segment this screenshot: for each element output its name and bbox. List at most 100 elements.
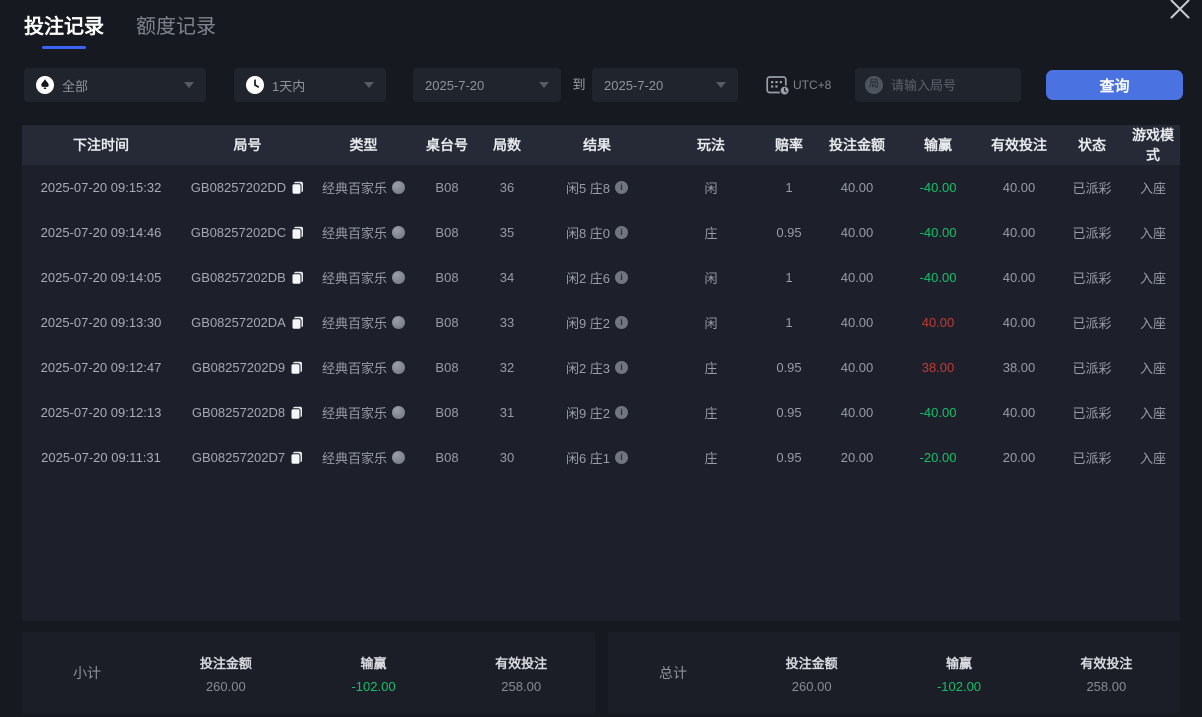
column-header-5: 结果: [583, 137, 611, 153]
replay-icon[interactable]: [392, 451, 405, 464]
to-label: 到: [572, 77, 586, 92]
column-header-7: 赔率: [775, 137, 803, 153]
copy-icon[interactable]: [291, 181, 304, 195]
bet-amount-value: 260.00: [791, 678, 832, 694]
game-type-cell: 经典百家乐: [315, 268, 412, 287]
round-id: GB08257202DD: [190, 180, 287, 195]
column-header-8: 投注金额: [829, 137, 885, 153]
result: 闲9 庄2: [565, 316, 611, 331]
close-icon[interactable]: [1166, 0, 1194, 22]
date-to-dropdown[interactable]: 2025-7-20: [592, 68, 738, 102]
copy-icon[interactable]: [290, 451, 303, 465]
result-info-icon[interactable]: i: [615, 451, 629, 464]
game-mode: 入座: [1139, 406, 1166, 421]
round-id-cell: GB08257202DB: [180, 270, 315, 285]
result-cell: 闲9 庄2 i: [532, 403, 662, 422]
result: 闲5 庄8: [565, 181, 611, 196]
game-type-cell: 经典百家乐: [315, 178, 412, 197]
result-info-icon[interactable]: i: [615, 361, 629, 374]
round-search-input[interactable]: [891, 77, 1011, 93]
table-row: 2025-07-20 09:14:05 GB08257202DB 经典百家乐 B08 3…: [22, 255, 1180, 300]
round-id: GB08257202DA: [191, 315, 286, 330]
game-type-value: 全部: [62, 78, 89, 94]
game-type-dropdown[interactable]: 全部: [24, 68, 206, 102]
result-info-icon[interactable]: i: [615, 181, 629, 194]
subtotal-bet: 投注金额 260.00: [152, 653, 300, 694]
total-label: 总计: [659, 665, 687, 681]
game-type: 经典百家乐: [321, 406, 387, 421]
play: 闲: [704, 271, 718, 286]
game-mode: 入座: [1139, 361, 1166, 376]
column-header-11: 状态: [1078, 137, 1106, 153]
copy-icon[interactable]: [291, 271, 304, 285]
result: 闲2 庄3: [565, 361, 611, 376]
query-button[interactable]: 查询: [1046, 70, 1183, 100]
bet-time: 2025-07-20 09:12:47: [40, 360, 162, 375]
round-no: 34: [499, 270, 515, 285]
round-id-cell: GB08257202DA: [180, 315, 315, 330]
status: 已派彩: [1072, 406, 1112, 421]
tab-bar: 投注记录 额度记录: [24, 10, 216, 49]
copy-icon[interactable]: [291, 316, 304, 330]
win-loss-label: 输赢: [360, 655, 387, 671]
date-to-value: 2025-7-20: [604, 77, 664, 93]
bet-time: 2025-07-20 09:14:46: [40, 225, 162, 240]
play: 庄: [704, 451, 718, 466]
tab-bet-records[interactable]: 投注记录: [24, 10, 104, 49]
round-id: GB08257202D7: [191, 450, 286, 465]
valid-bet: 38.00: [1002, 360, 1036, 375]
odds: 0.95: [776, 450, 802, 465]
game-type: 经典百家乐: [321, 226, 387, 241]
play: 闲: [704, 181, 718, 196]
copy-icon[interactable]: [290, 361, 303, 375]
chevron-down-icon: [184, 82, 194, 88]
win-loss: -40.00: [919, 405, 957, 420]
odds: 0.95: [776, 405, 802, 420]
total-valid: 有效投注 258.00: [1033, 653, 1180, 694]
win-loss: -20.00: [919, 450, 957, 465]
subtotal-label: 小计: [73, 665, 101, 681]
time-range-dropdown[interactable]: 1天内: [234, 68, 386, 102]
game-type-cell: 经典百家乐: [315, 403, 412, 422]
replay-icon[interactable]: [392, 361, 405, 374]
bet-amount: 40.00: [840, 360, 874, 375]
odds: 1: [785, 180, 793, 195]
game-type-cell: 经典百家乐: [315, 448, 412, 467]
replay-icon[interactable]: [392, 406, 405, 419]
play: 闲: [704, 316, 718, 331]
status: 已派彩: [1072, 226, 1112, 241]
round-no: 30: [499, 450, 515, 465]
round-id-cell: GB08257202D8: [180, 405, 315, 420]
column-header-9: 输赢: [924, 137, 952, 153]
filter-bar: 全部 1天内 2025-7-20 到 2025-7-20 UTC+8 局 查询: [0, 68, 1202, 102]
round-id-cell: GB08257202D9: [180, 360, 315, 375]
replay-icon[interactable]: [392, 181, 405, 194]
copy-icon[interactable]: [290, 406, 303, 420]
win-loss: 38.00: [921, 360, 955, 375]
play: 庄: [704, 406, 718, 421]
total-win: 输赢 -102.00: [885, 653, 1032, 694]
date-from-dropdown[interactable]: 2025-7-20: [413, 68, 561, 102]
round-id-cell: GB08257202D7: [180, 450, 315, 465]
bet-time: 2025-07-20 09:15:32: [40, 180, 162, 195]
bet-time: 2025-07-20 09:14:05: [40, 270, 162, 285]
valid-bet: 40.00: [1002, 225, 1036, 240]
game-mode: 入座: [1139, 271, 1166, 286]
valid-bet-label: 有效投注: [1080, 655, 1133, 671]
valid-bet: 40.00: [1002, 270, 1036, 285]
bet-time: 2025-07-20 09:12:13: [40, 405, 162, 420]
result-info-icon[interactable]: i: [615, 316, 629, 329]
game-type-cell: 经典百家乐: [315, 223, 412, 242]
result-info-icon[interactable]: i: [615, 406, 629, 419]
replay-icon[interactable]: [392, 226, 405, 239]
replay-icon[interactable]: [392, 271, 405, 284]
result-info-icon[interactable]: i: [615, 226, 629, 239]
bet-amount-label: 投注金额: [199, 655, 252, 671]
valid-bet: 40.00: [1002, 180, 1036, 195]
win-loss: -40.00: [919, 180, 957, 195]
tab-quota-records[interactable]: 额度记录: [136, 10, 216, 49]
replay-icon[interactable]: [392, 316, 405, 329]
result-info-icon[interactable]: i: [615, 271, 629, 284]
table-row: 2025-07-20 09:11:31 GB08257202D7 经典百家乐 B08 3…: [22, 435, 1180, 480]
copy-icon[interactable]: [291, 226, 304, 240]
